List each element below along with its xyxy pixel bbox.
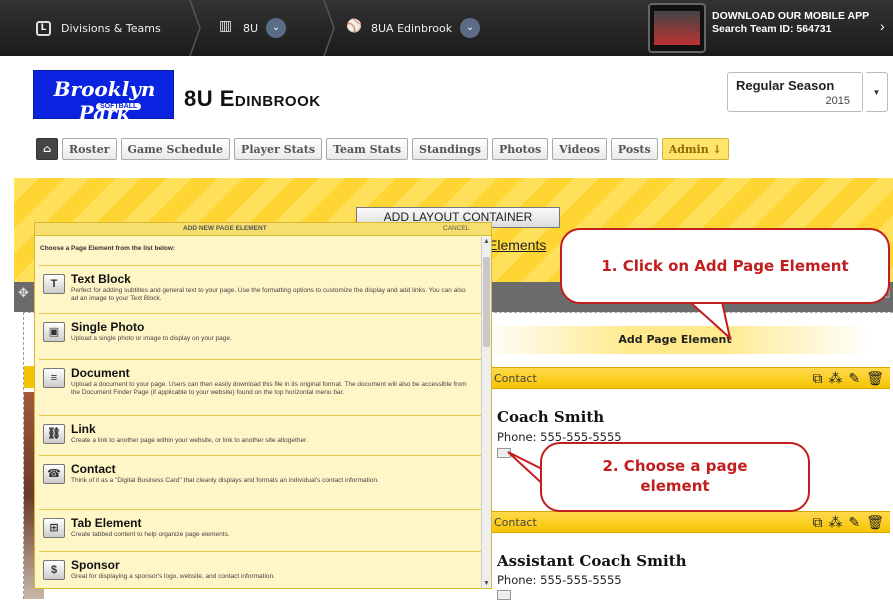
document-icon: ≡: [43, 368, 65, 388]
season-label: Regular Season: [736, 78, 835, 93]
panel-title: ADD NEW PAGE ELEMENT: [183, 225, 267, 232]
tab-roster[interactable]: Roster: [62, 138, 117, 160]
logo-text: Brooklyn Park: [53, 77, 156, 125]
trash-icon[interactable]: 🗑: [866, 370, 884, 387]
email-icon[interactable]: [497, 448, 511, 458]
element-description: Upload a document to your page. Users ca…: [71, 381, 467, 396]
element-name: Text Block: [71, 272, 131, 286]
contact-section-bar: Contact ⧉ ⁂ ✎ 🗑: [490, 367, 890, 389]
tab-posts[interactable]: Posts: [610, 138, 658, 160]
crumb-label: 8U: [243, 21, 259, 35]
section-label: Contact: [494, 372, 537, 385]
team-logo[interactable]: Brooklyn Park SOFTBALL: [33, 70, 174, 125]
chevron-right-icon[interactable]: ›: [880, 18, 885, 34]
tab-photos[interactable]: Photos: [491, 138, 549, 160]
chevron-down-icon[interactable]: ▼: [866, 72, 888, 112]
scroll-down-icon[interactable]: ▼: [483, 580, 490, 587]
element-description: Create tabbed content to help organize p…: [71, 531, 230, 538]
element-link[interactable]: ⛓ Link Create a link to another page wit…: [39, 415, 481, 455]
trash-icon[interactable]: 🗑: [866, 514, 884, 531]
element-contact[interactable]: ☎ Contact Think of it as a "Digital Busi…: [39, 455, 481, 509]
mobile-app-phone-image: [648, 3, 706, 53]
league-shield-icon: L: [36, 20, 51, 36]
callout-choose-element: 2. Choose a page element: [540, 442, 810, 512]
element-document[interactable]: ≡ Document Upload a document to your pag…: [39, 359, 481, 415]
element-tab-element[interactable]: ⊞ Tab Element Create tabbed content to h…: [39, 509, 481, 551]
chevron-down-icon[interactable]: ⌄: [460, 18, 481, 38]
edit-icon[interactable]: ✎: [848, 370, 860, 387]
season-select[interactable]: Regular Season 2015: [727, 72, 863, 112]
element-name: Link: [71, 422, 96, 436]
tab-game-schedule[interactable]: Game Schedule: [120, 138, 231, 160]
crumb-label: 8UA Edinbrook: [371, 21, 453, 35]
panel-header: ADD NEW PAGE ELEMENT CANCEL: [35, 223, 491, 236]
element-description: Perfect for adding subtitles and general…: [71, 287, 466, 302]
crumb-divisions-teams[interactable]: L Divisions & Teams: [36, 14, 161, 42]
contact-name: Assistant Coach Smith: [497, 552, 687, 570]
contact-name: Coach Smith: [497, 408, 605, 426]
page-title: 8U Edinbrook: [184, 86, 321, 111]
contact-card-icon: ☎: [43, 464, 65, 484]
element-name: Tab Element: [71, 516, 142, 530]
logo-subtext: SOFTBALL: [96, 103, 142, 110]
breadcrumb-separator: [189, 0, 201, 56]
tab-player-stats[interactable]: Player Stats: [234, 138, 323, 160]
link-icon: ⛓: [43, 424, 65, 444]
element-description: Great for displaying a sponsor's logo, w…: [71, 573, 275, 580]
app-promo-line2: Search Team ID: 564731: [712, 23, 832, 35]
chevron-down-icon[interactable]: ⌄: [266, 18, 287, 38]
section-label: Contact: [494, 516, 537, 529]
contact-section-bar: Contact ⧉ ⁂ ✎ 🗑: [490, 511, 890, 533]
element-name: Contact: [71, 462, 116, 476]
tab-team-stats[interactable]: Team Stats: [326, 138, 409, 160]
element-name: Sponsor: [71, 558, 120, 572]
app-promo-line1: DOWNLOAD OUR MOBILE APP: [712, 10, 870, 22]
copy-icon[interactable]: ⧉: [812, 370, 822, 387]
element-text-block[interactable]: T Text Block Perfect for adding subtitle…: [39, 265, 481, 313]
callout-add-page-element: 1. Click on Add Page Element: [560, 228, 890, 304]
scroll-up-icon[interactable]: ▲: [483, 238, 490, 245]
element-name: Single Photo: [71, 320, 145, 334]
element-description: Create a link to another page within you…: [71, 437, 308, 444]
element-sponsor[interactable]: $ Sponsor Great for displaying a sponsor…: [39, 551, 481, 591]
breadcrumb-separator: [323, 0, 335, 56]
copy-icon[interactable]: ⧉: [812, 514, 822, 531]
tab-admin[interactable]: Admin ↓: [661, 138, 729, 160]
add-page-element-button[interactable]: Add Page Element: [480, 326, 870, 354]
element-single-photo[interactable]: ▣ Single Photo Upload a single photo or …: [39, 313, 481, 359]
text-block-icon: T: [43, 274, 65, 294]
chart-icon: ▥: [218, 17, 233, 34]
cancel-button[interactable]: CANCEL: [443, 225, 469, 232]
edit-icon[interactable]: ✎: [848, 514, 860, 531]
element-description: Think of it as a "Digital Business Card"…: [71, 477, 379, 484]
panel-instructions: Choose a Page Element from the list belo…: [40, 245, 176, 252]
panel-scrollbar[interactable]: ▲ ▼: [481, 237, 491, 588]
tab-element-icon: ⊞: [43, 518, 65, 538]
hierarchy-icon[interactable]: ⁂: [828, 514, 842, 531]
add-page-element-panel: ADD NEW PAGE ELEMENT CANCEL Choose a Pag…: [34, 222, 492, 589]
contact-phone: Phone: 555-555-5555: [497, 573, 622, 587]
crumb-8ua-edinbrook[interactable]: ⚾ 8UA Edinbrook ⌄: [346, 14, 481, 42]
page-element-list: T Text Block Perfect for adding subtitle…: [39, 265, 481, 591]
photo-icon: ▣: [43, 322, 65, 342]
element-description: Upload a single photo or image to displa…: [71, 335, 232, 342]
team-nav-tabs: ⌂ Roster Game Schedule Player Stats Team…: [36, 138, 729, 160]
hierarchy-icon[interactable]: ⁂: [828, 370, 842, 387]
elements-link[interactable]: Elements: [488, 237, 546, 253]
crumb-8u[interactable]: ▥ 8U ⌄: [218, 14, 287, 42]
scrollbar-thumb[interactable]: [483, 257, 490, 347]
softball-bat-icon: ⚾: [346, 18, 363, 34]
element-name: Document: [71, 366, 130, 380]
mobile-app-promo[interactable]: DOWNLOAD OUR MOBILE APP Search Team ID: …: [712, 10, 869, 36]
sponsor-icon: $: [43, 560, 65, 580]
season-year: 2015: [825, 95, 850, 107]
tab-standings[interactable]: Standings: [412, 138, 488, 160]
move-handle-icon[interactable]: ✥: [18, 285, 32, 303]
crumb-label: Divisions & Teams: [61, 21, 161, 35]
home-icon[interactable]: ⌂: [36, 138, 58, 160]
tab-videos[interactable]: Videos: [552, 138, 607, 160]
